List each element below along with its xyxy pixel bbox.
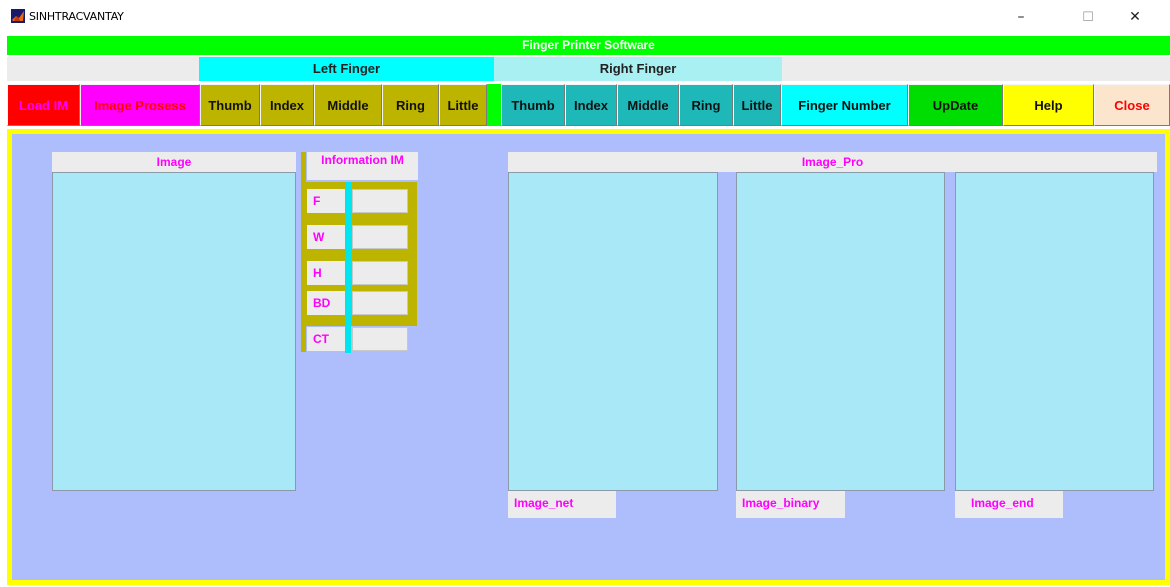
left-thumb-button[interactable]: Thumb: [200, 84, 260, 126]
left-finger-group-label: Left Finger: [199, 57, 494, 81]
image-binary-axes: [736, 172, 945, 491]
image-pro-title: Image_Pro: [508, 152, 1157, 172]
info-label-f: F: [307, 189, 345, 213]
left-index-button[interactable]: Index: [260, 84, 314, 126]
finger-number-button[interactable]: Finger Number: [781, 84, 908, 126]
window-titlebar: SINHTRACVANTAY – ☐ ✕: [0, 0, 1170, 34]
info-value-h[interactable]: [352, 261, 408, 285]
right-middle-button[interactable]: Middle: [617, 84, 679, 126]
maximize-button[interactable]: ☐: [1068, 5, 1108, 29]
image-process-button[interactable]: Image Prosess: [80, 84, 200, 126]
image-net-label: Image_net: [508, 491, 616, 518]
minimize-button[interactable]: –: [1001, 5, 1041, 29]
info-label-h: H: [307, 261, 345, 285]
right-thumb-button[interactable]: Thumb: [501, 84, 565, 126]
image-pane-title: Image: [52, 152, 296, 172]
window-title: SINHTRACVANTAY: [29, 10, 124, 23]
information-pane-title: Information IM: [307, 152, 418, 180]
right-little-button[interactable]: Little: [733, 84, 781, 126]
left-ring-button[interactable]: Ring: [382, 84, 439, 126]
image-net-axes: [508, 172, 718, 491]
info-value-ct[interactable]: [352, 327, 408, 351]
info-label-ct: CT: [307, 327, 345, 351]
left-little-button[interactable]: Little: [439, 84, 487, 126]
close-button[interactable]: Close: [1094, 84, 1170, 126]
right-ring-button[interactable]: Ring: [679, 84, 733, 126]
info-divider: [345, 182, 351, 353]
info-value-bd[interactable]: [352, 291, 408, 315]
group-spacer-left: [7, 57, 199, 81]
help-button[interactable]: Help: [1003, 84, 1094, 126]
image-axes: [52, 172, 296, 491]
right-index-button[interactable]: Index: [565, 84, 617, 126]
right-finger-group-label: Right Finger: [494, 57, 782, 81]
group-spacer-right: [782, 57, 1170, 81]
info-label-w: W: [307, 225, 345, 249]
info-value-w[interactable]: [352, 225, 408, 249]
info-value-f[interactable]: [352, 189, 408, 213]
image-end-label: Image_end: [955, 491, 1063, 518]
load-image-button[interactable]: Load IM: [7, 84, 80, 126]
image-binary-label: Image_binary: [736, 491, 845, 518]
toolbar-separator: [487, 84, 501, 126]
info-frame-right-bar: [408, 182, 417, 326]
update-button[interactable]: UpDate: [908, 84, 1003, 126]
app-banner: Finger Printer Software: [7, 36, 1170, 55]
image-end-axes: [955, 172, 1154, 491]
matlab-app-icon: [11, 9, 25, 23]
left-middle-button[interactable]: Middle: [314, 84, 382, 126]
info-label-bd: BD: [307, 291, 345, 315]
window-close-button[interactable]: ✕: [1115, 5, 1155, 29]
